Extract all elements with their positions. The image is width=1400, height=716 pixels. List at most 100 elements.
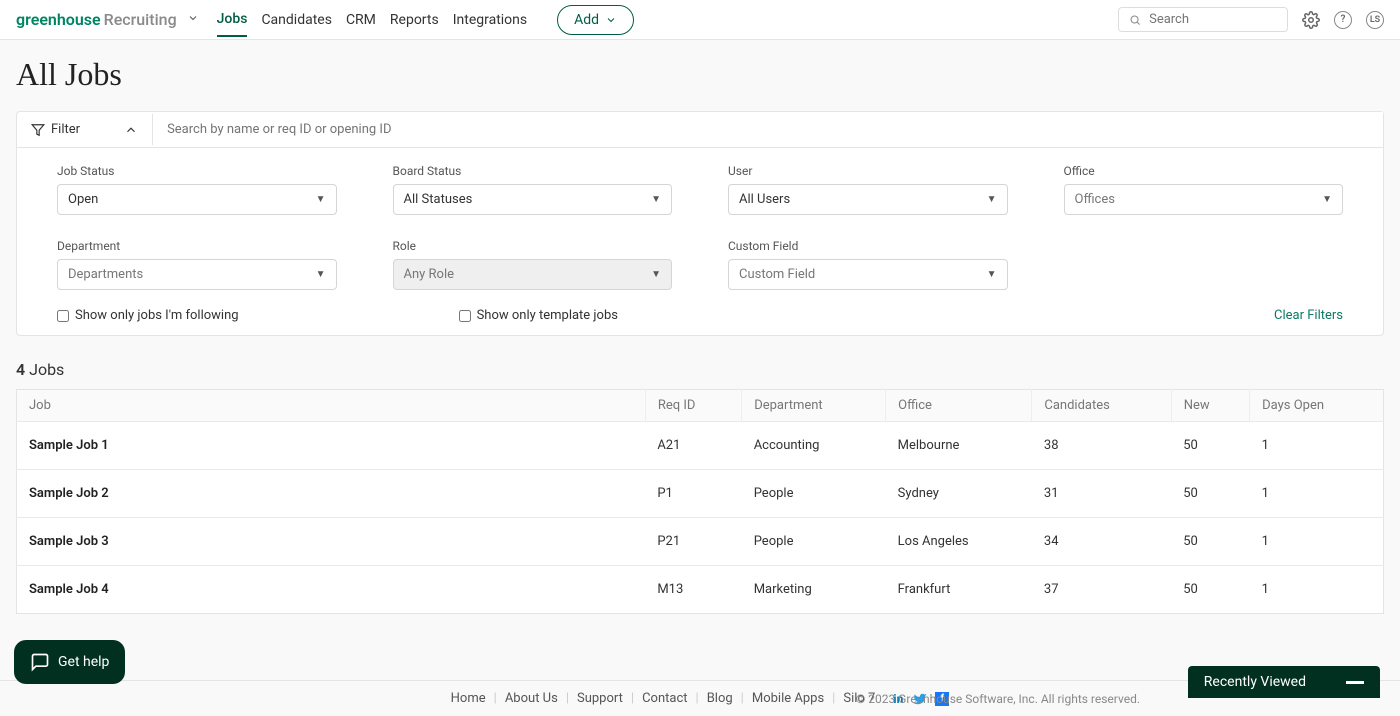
brand-name-1: greenhouse bbox=[16, 10, 101, 29]
help-chat-button[interactable]: Get help bbox=[14, 640, 125, 684]
cell-department: Marketing bbox=[742, 566, 886, 614]
user-avatar[interactable]: LS bbox=[1366, 11, 1384, 29]
chevron-down-icon bbox=[605, 14, 617, 26]
cell-candidates: 31 bbox=[1032, 470, 1171, 518]
cell-days-open: 1 bbox=[1250, 518, 1384, 566]
search-input[interactable] bbox=[1149, 12, 1277, 27]
custom-field-select[interactable]: Custom Field ▼ bbox=[728, 259, 1008, 290]
filter-label: User bbox=[728, 164, 1008, 178]
cell-req-id: P21 bbox=[645, 518, 741, 566]
header-right: ? LS bbox=[1118, 7, 1384, 32]
job-status-select[interactable]: Open ▼ bbox=[57, 184, 337, 215]
col-department[interactable]: Department bbox=[742, 390, 886, 422]
col-days-open[interactable]: Days Open bbox=[1250, 390, 1384, 422]
footer-link[interactable]: Support bbox=[577, 691, 623, 706]
cell-job: Sample Job 2 bbox=[17, 470, 646, 518]
filter-role: Role Any Role ▼ bbox=[393, 239, 673, 290]
department-select[interactable]: Departments ▼ bbox=[57, 259, 337, 290]
jobs-count-number: 4 bbox=[16, 360, 25, 379]
col-job[interactable]: Job bbox=[17, 390, 646, 422]
show-following-checkbox[interactable]: Show only jobs I'm following bbox=[57, 308, 239, 323]
filter-toggle-label: Filter bbox=[51, 122, 80, 137]
cell-office: Frankfurt bbox=[886, 566, 1032, 614]
filter-label: Job Status bbox=[57, 164, 337, 178]
cell-candidates: 37 bbox=[1032, 566, 1171, 614]
cell-new: 50 bbox=[1171, 518, 1249, 566]
table-row[interactable]: Sample Job 1A21AccountingMelbourne38501 bbox=[17, 422, 1384, 470]
select-value: All Statuses bbox=[404, 192, 473, 207]
select-value: Custom Field bbox=[739, 267, 815, 282]
filter-user: User All Users ▼ bbox=[728, 164, 1008, 215]
footer-link[interactable]: Home bbox=[451, 691, 486, 706]
copyright: © 2023 Greenhouse Software, Inc. All rig… bbox=[856, 692, 1140, 706]
filter-label: Department bbox=[57, 239, 337, 253]
search-icon bbox=[1129, 13, 1141, 27]
cell-days-open: 1 bbox=[1250, 566, 1384, 614]
help-button[interactable]: ? bbox=[1334, 11, 1352, 29]
nav-crm[interactable]: CRM bbox=[346, 4, 376, 36]
show-template-checkbox[interactable]: Show only template jobs bbox=[459, 308, 618, 323]
checkbox-input[interactable] bbox=[57, 310, 69, 322]
col-candidates[interactable]: Candidates bbox=[1032, 390, 1171, 422]
footer-link[interactable]: Blog bbox=[707, 691, 733, 706]
chevron-up-icon bbox=[124, 123, 138, 137]
select-value: Open bbox=[68, 192, 98, 207]
cell-req-id: P1 bbox=[645, 470, 741, 518]
filter-department: Department Departments ▼ bbox=[57, 239, 337, 290]
add-button[interactable]: Add bbox=[557, 5, 634, 35]
cell-job: Sample Job 4 bbox=[17, 566, 646, 614]
board-status-select[interactable]: All Statuses ▼ bbox=[393, 184, 673, 215]
filter-office: Office Offices ▼ bbox=[1064, 164, 1344, 215]
cell-office: Melbourne bbox=[886, 422, 1032, 470]
recently-viewed-panel[interactable]: Recently Viewed bbox=[1188, 666, 1380, 698]
jobs-count: 4 Jobs bbox=[16, 360, 1384, 379]
settings-button[interactable] bbox=[1302, 11, 1320, 29]
filter-label: Custom Field bbox=[728, 239, 1008, 253]
filter-custom-field: Custom Field Custom Field ▼ bbox=[728, 239, 1008, 290]
footer-link[interactable]: About Us bbox=[505, 691, 558, 706]
caret-down-icon: ▼ bbox=[316, 194, 326, 205]
jobs-count-word: Jobs bbox=[29, 360, 64, 379]
filter-board-status: Board Status All Statuses ▼ bbox=[393, 164, 673, 215]
brand-name-2: Recruiting bbox=[104, 10, 177, 29]
caret-down-icon: ▼ bbox=[1322, 194, 1332, 205]
filter-search-input[interactable] bbox=[153, 112, 1383, 147]
col-req-id[interactable]: Req ID bbox=[645, 390, 741, 422]
filter-label: Office bbox=[1064, 164, 1344, 178]
footer-link[interactable]: Mobile Apps bbox=[752, 691, 824, 706]
cell-days-open: 1 bbox=[1250, 422, 1384, 470]
filter-job-status: Job Status Open ▼ bbox=[57, 164, 337, 215]
filter-header: Filter bbox=[17, 112, 1383, 147]
footer-link[interactable]: Contact bbox=[642, 691, 687, 706]
office-select[interactable]: Offices ▼ bbox=[1064, 184, 1344, 215]
checkbox-input[interactable] bbox=[459, 310, 471, 322]
divider: | bbox=[494, 691, 497, 706]
role-select[interactable]: Any Role ▼ bbox=[393, 259, 673, 290]
filter-label: Board Status bbox=[393, 164, 673, 178]
select-value: All Users bbox=[739, 192, 790, 207]
global-search[interactable] bbox=[1118, 7, 1288, 32]
table-row[interactable]: Sample Job 3P21PeopleLos Angeles34501 bbox=[17, 518, 1384, 566]
gear-icon bbox=[1302, 11, 1320, 29]
user-select[interactable]: All Users ▼ bbox=[728, 184, 1008, 215]
filter-body: Job Status Open ▼ Board Status All Statu… bbox=[17, 147, 1383, 335]
divider: | bbox=[832, 691, 835, 706]
filter-panel: Filter Job Status Open ▼ Board Status bbox=[16, 111, 1384, 336]
page-body: All Jobs Filter Job Status Open bbox=[0, 40, 1400, 630]
nav-candidates[interactable]: Candidates bbox=[261, 4, 332, 36]
jobs-table: Job Req ID Department Office Candidates … bbox=[16, 389, 1384, 614]
main-nav: Jobs Candidates CRM Reports Integrations… bbox=[217, 3, 634, 37]
nav-jobs[interactable]: Jobs bbox=[217, 3, 248, 37]
cell-department: People bbox=[742, 518, 886, 566]
col-new[interactable]: New bbox=[1171, 390, 1249, 422]
table-row[interactable]: Sample Job 2P1PeopleSydney31501 bbox=[17, 470, 1384, 518]
nav-integrations[interactable]: Integrations bbox=[453, 4, 527, 36]
select-value: Any Role bbox=[404, 267, 455, 282]
col-office[interactable]: Office bbox=[886, 390, 1032, 422]
brand-switcher[interactable]: greenhouseRecruiting bbox=[16, 10, 199, 29]
nav-reports[interactable]: Reports bbox=[390, 4, 439, 36]
divider: | bbox=[631, 691, 634, 706]
clear-filters-link[interactable]: Clear Filters bbox=[1274, 308, 1343, 323]
table-row[interactable]: Sample Job 4M13MarketingFrankfurt37501 bbox=[17, 566, 1384, 614]
filter-toggle[interactable]: Filter bbox=[17, 114, 153, 145]
